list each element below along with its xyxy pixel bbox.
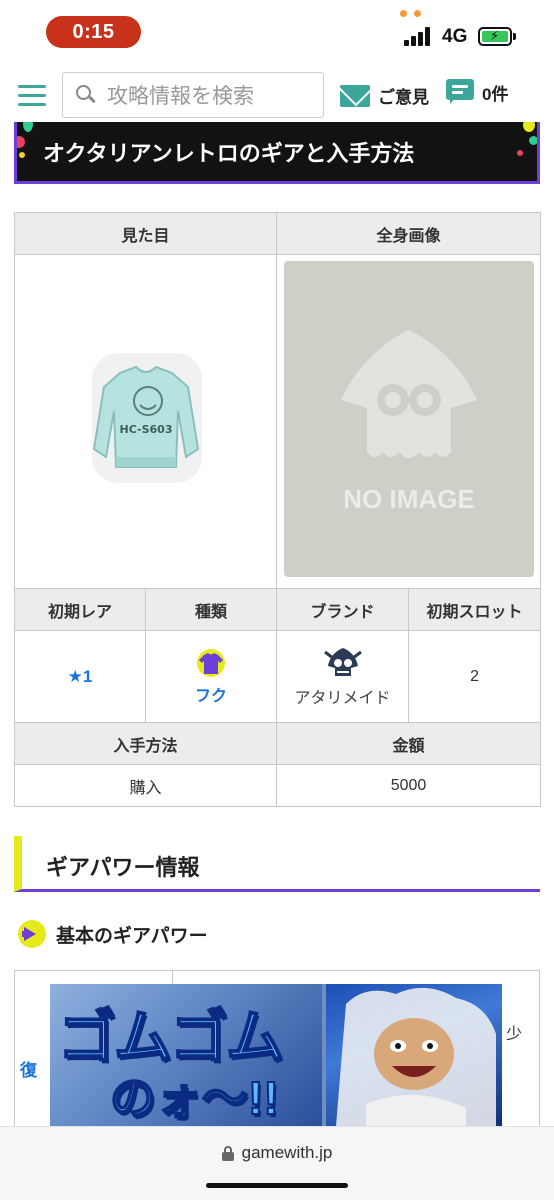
search-input[interactable]: 攻略情報を検索 [62, 72, 324, 118]
url-domain[interactable]: gamewith.jp [242, 1143, 333, 1163]
basic-gear-power-label: 基本のギアパワー [56, 925, 208, 947]
header-obtain-method: 入手方法 [13, 722, 278, 765]
header-initial-rarity: 初期レア [14, 588, 146, 631]
type-cell[interactable]: フク [144, 630, 278, 723]
comments-count: 0件 [482, 84, 509, 104]
header-full-body-image: 全身画像 [276, 212, 542, 255]
clothing-type-icon [197, 648, 225, 677]
browser-url-bar[interactable]: gamewith.jp [0, 1126, 554, 1200]
rarity-cell: ★1 [14, 630, 146, 723]
gear-power-cell-right: 少 [506, 1026, 523, 1043]
comments-button[interactable]: 0件 [446, 79, 508, 105]
gear-info-table: 見た目 全身画像 HC-S603 NO IMAGE 初期レア 種類 ブランド 初… [13, 212, 542, 807]
privacy-indicator-icon [400, 10, 424, 18]
status-time: 0:15 [46, 16, 141, 48]
gear-image-cell: HC-S603 [13, 254, 278, 589]
lock-icon [221, 1145, 234, 1161]
slots-cell: 2 [408, 630, 542, 723]
mail-icon [340, 84, 370, 107]
chat-bubble-icon [446, 79, 474, 105]
home-indicator[interactable] [206, 1183, 348, 1188]
search-icon [75, 84, 97, 106]
network-type: 4G [442, 26, 468, 47]
feedback-label: ご意見 [378, 88, 429, 107]
ink-splat-decoration [23, 122, 33, 132]
sweater-image: HC-S603 [91, 353, 202, 483]
site-header: 攻略情報を検索 ご意見 0件 [0, 64, 554, 124]
header-type: 種類 [144, 588, 278, 631]
section-title-banner: オクタリアンレトロのギアと入手方法 [14, 122, 540, 184]
no-image-text: NO IMAGE [343, 484, 474, 514]
basic-gear-power-subheading: 基本のギアパワー [18, 920, 208, 948]
battery-icon: ⚡ [478, 27, 512, 46]
header-price: 金額 [276, 722, 542, 765]
arrow-bullet-icon [18, 920, 46, 948]
gear-power-heading: ギアパワー情報 [14, 836, 540, 892]
ad-text-line2: のォ〜!! [109, 1071, 280, 1125]
no-image-placeholder: NO IMAGE [283, 261, 534, 577]
feedback-button[interactable]: ご意見 [340, 83, 429, 108]
price-value: 5000 [276, 764, 542, 807]
obtain-method-value: 購入 [13, 764, 278, 807]
header-brand: ブランド [276, 588, 410, 631]
ad-banner[interactable]: ゴムゴム のォ〜!! [50, 984, 502, 1126]
status-bar: 0:15 4G ⚡ [0, 0, 554, 64]
header-initial-slots: 初期スロット [408, 588, 542, 631]
section-title: オクタリアンレトロのギアと入手方法 [43, 141, 415, 166]
header-appearance: 見た目 [13, 212, 278, 255]
gear-power-title: ギアパワー情報 [46, 855, 200, 880]
hamburger-menu-icon[interactable] [18, 85, 46, 107]
brand-logo-icon [323, 647, 362, 676]
brand-cell: アタリメイド [276, 630, 410, 723]
rarity-value: ★1 [67, 666, 93, 686]
type-value[interactable]: フク [195, 682, 227, 706]
sweater-print-text: HC-S603 [119, 423, 172, 436]
full-body-image-cell: NO IMAGE [276, 254, 542, 589]
cellular-signal-icon [404, 26, 434, 46]
gear-power-cell-left[interactable]: 復 [20, 1056, 37, 1081]
search-placeholder: 攻略情報を検索 [107, 85, 254, 108]
ad-character-image [326, 984, 502, 1126]
brand-value: アタリメイド [294, 689, 391, 707]
